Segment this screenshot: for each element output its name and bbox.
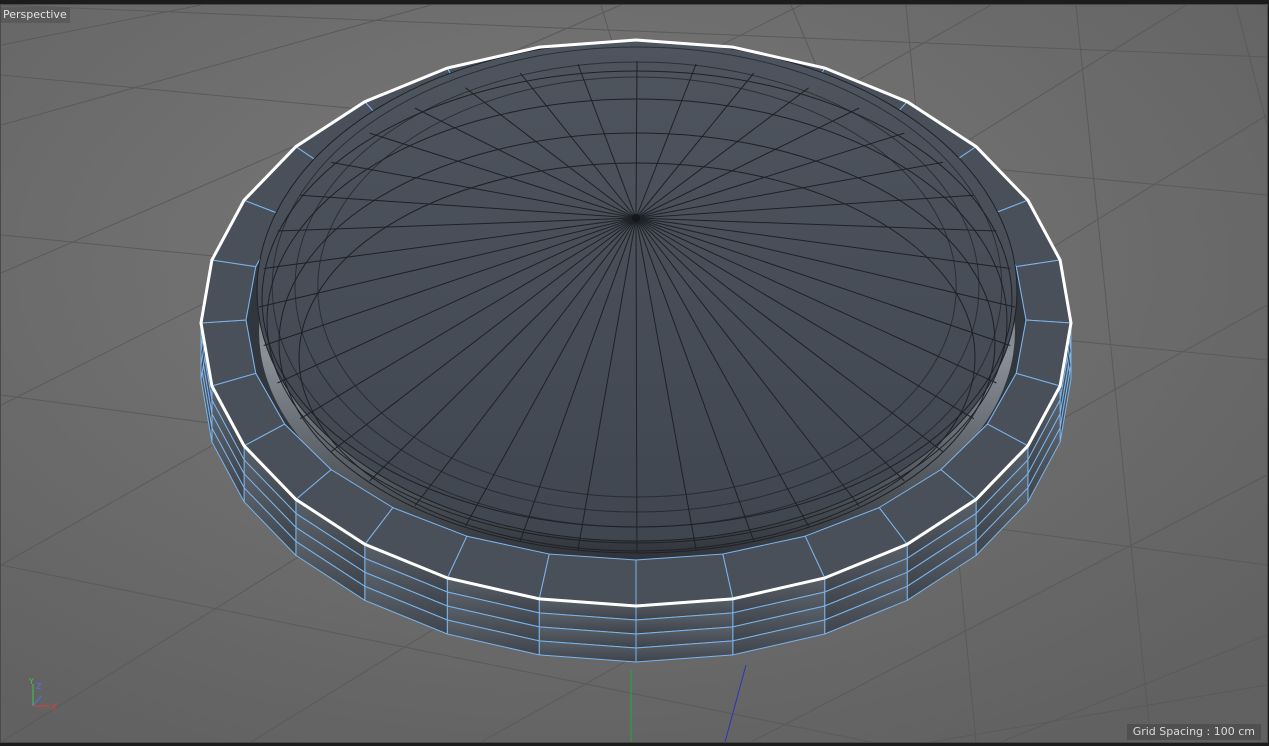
viewport-frame: Perspective Y Z X Grid Spacing : 100 cm — [0, 0, 1269, 746]
rim-front-face-27 — [635, 553, 734, 607]
perspective-viewport[interactable]: Perspective Y Z X Grid Spacing : 100 cm — [0, 4, 1268, 743]
grid-spacing-readout: Grid Spacing : 100 cm — [1126, 724, 1261, 740]
gizmo-z-axis — [32, 695, 42, 707]
view-camera-label[interactable]: Perspective — [1, 7, 70, 23]
rim-front-face-0 — [538, 553, 637, 607]
gizmo-z-label: Z — [36, 682, 42, 691]
gizmo-y-label: Y — [28, 678, 34, 686]
mesh-object[interactable] — [199, 38, 1073, 663]
cap-pole — [632, 214, 640, 222]
scene-canvas[interactable] — [1, 5, 1267, 742]
axis-gizmo: Y Z X — [25, 677, 65, 714]
gizmo-x-label: X — [51, 703, 57, 712]
